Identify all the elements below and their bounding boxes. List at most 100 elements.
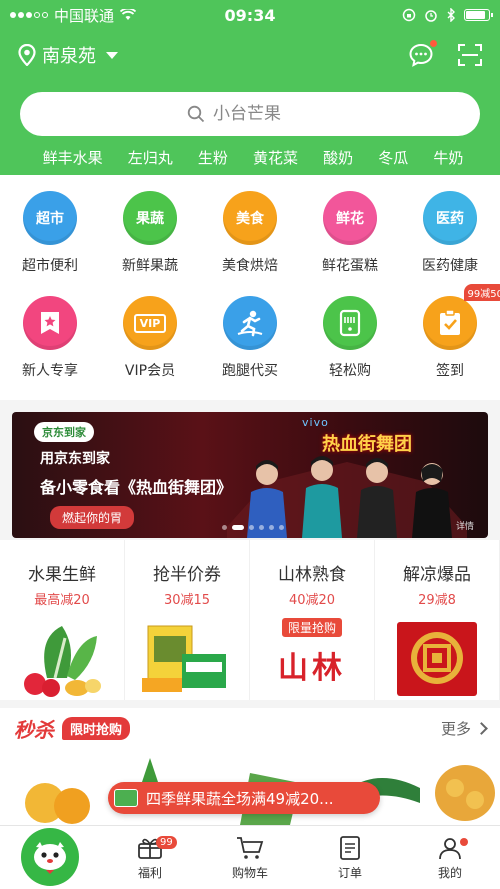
- product-box-image: [397, 622, 477, 696]
- tab-orders[interactable]: 订单: [300, 826, 400, 889]
- scanner-icon: [323, 296, 377, 350]
- hot-keyword[interactable]: 鲜丰水果: [43, 147, 103, 168]
- category-label: 跑腿代买: [222, 363, 278, 379]
- medicine-icon: 医药: [423, 191, 477, 245]
- category-medicine[interactable]: 医药 医药健康: [405, 191, 495, 280]
- banner-detail-link[interactable]: 详情: [456, 519, 474, 532]
- deal-title: 抢半价券: [153, 565, 221, 585]
- tab-bar: 99 福利 购物车 订单 我的: [0, 825, 500, 889]
- category-row-1: 超市 超市便利 果蔬 新鲜果蔬 美食 美食烘焙 鲜花 鲜花蛋糕 医药 医药健康: [0, 175, 500, 280]
- promo-text: 四季鲜果蔬全场满49减20...: [146, 789, 334, 808]
- category-label: 新鲜果蔬: [122, 258, 178, 274]
- category-grid: 超市 超市便利 果蔬 新鲜果蔬 美食 美食烘焙 鲜花 鲜花蛋糕 医药 医药健康 …: [0, 175, 500, 400]
- banner-line-2: 备小零食看《热血街舞团》: [40, 478, 233, 497]
- category-new-user[interactable]: 新人专享: [5, 296, 95, 385]
- category-errand[interactable]: 跑腿代买: [205, 296, 295, 385]
- top-nav: 南泉苑: [0, 30, 500, 80]
- search-icon: [187, 105, 205, 123]
- deal-subtitle: 40减20: [288, 593, 336, 608]
- limited-tag: 限量抢购: [281, 618, 342, 637]
- tab-label: 我的: [437, 866, 462, 880]
- checkin-badge: 99减50: [463, 284, 500, 301]
- tea-box-image: [142, 625, 226, 692]
- category-fruit-veg[interactable]: 果蔬 新鲜果蔬: [105, 191, 195, 280]
- hot-keyword[interactable]: 左归丸: [128, 147, 173, 168]
- category-checkin[interactable]: 99减50 签到: [405, 284, 500, 385]
- welfare-badge: 99: [156, 836, 177, 849]
- deal-shanlin-deli[interactable]: 山林熟食 40减20 限量抢购 山林: [250, 540, 375, 700]
- store-logo-icon: [114, 789, 138, 807]
- produce-image: [24, 626, 101, 697]
- tab-welfare[interactable]: 99 福利: [100, 826, 200, 889]
- order-icon: [340, 836, 360, 860]
- fruit-veg-icon: 果蔬: [123, 191, 177, 245]
- banner-brand: 京东到家: [34, 422, 94, 442]
- vip-card-text: VIP: [133, 313, 167, 333]
- deal-title: 水果生鲜: [28, 565, 96, 585]
- carousel-indicator: [222, 525, 284, 530]
- category-easy-buy[interactable]: 轻松购: [305, 296, 395, 385]
- runner-icon: [223, 296, 277, 350]
- tab-profile[interactable]: 我的: [400, 826, 500, 889]
- category-label: 轻松购: [329, 363, 371, 379]
- more-label: 更多: [440, 719, 471, 738]
- sponsor-logo: vivo: [302, 416, 329, 429]
- flash-sale-logo: 秒杀: [14, 717, 54, 742]
- checklist-icon: [423, 296, 477, 350]
- flash-sale-tag: 限时抢购: [62, 716, 131, 740]
- deal-half-price[interactable]: 抢半价券 30减15: [125, 540, 250, 700]
- deal-subtitle: 30减15: [163, 593, 211, 608]
- hot-keyword[interactable]: 牛奶: [433, 147, 463, 168]
- more-link[interactable]: 更多: [440, 718, 488, 739]
- scan-icon[interactable]: [458, 44, 482, 66]
- message-button[interactable]: [408, 40, 437, 68]
- search-input[interactable]: [213, 104, 313, 124]
- header: 中国联通 09:34 南泉苑 鲜丰水果 左归丸: [0, 0, 500, 175]
- caret-down-icon: [106, 51, 118, 59]
- shanlin-logo: 限量抢购 山林: [267, 618, 357, 698]
- brand-text: 山林: [278, 651, 346, 686]
- hot-keyword[interactable]: 冬瓜: [378, 147, 408, 168]
- category-label: VIP会员: [124, 363, 176, 379]
- banner-line-1: 用京东到家: [40, 451, 110, 467]
- category-row-2: 新人专享 VIP VIP会员 跑腿代买 轻松购 99减50 签到: [0, 280, 500, 385]
- deal-fruit-fresh[interactable]: 水果生鲜 最高减20: [0, 540, 125, 700]
- profile-notification-dot: [460, 838, 468, 846]
- supermarket-icon: 超市: [23, 191, 77, 245]
- chevron-right-icon: [475, 721, 488, 735]
- banner-cta-button[interactable]: 燃起你的胃: [50, 506, 135, 529]
- category-label: 超市便利: [22, 258, 78, 274]
- category-label: 新人专享: [22, 363, 78, 379]
- status-bar: 中国联通 09:34: [0, 0, 500, 30]
- hot-keyword[interactable]: 黄花菜: [253, 147, 298, 168]
- deal-title: 山林熟食: [278, 565, 346, 585]
- vip-card-icon: VIP: [123, 296, 177, 350]
- tab-label: 购物车: [231, 866, 268, 880]
- deal-summer-hot[interactable]: 解凉爆品 29减8: [375, 540, 500, 700]
- promo-toast[interactable]: 四季鲜果蔬全场满49减20...: [108, 782, 380, 814]
- cart-icon: [237, 837, 264, 859]
- deal-title: 解凉爆品: [403, 565, 471, 585]
- category-label: 鲜花蛋糕: [322, 258, 378, 274]
- category-flower-cake[interactable]: 鲜花 鲜花蛋糕: [305, 191, 395, 280]
- promo-banner[interactable]: 京东到家 用京东到家 备小零食看《热血街舞团》 燃起你的胃 vivo 热血街舞团…: [12, 412, 488, 538]
- hot-keyword[interactable]: 生粉: [198, 147, 228, 168]
- deal-section: 水果生鲜 最高减20 抢半价券 30减15 山林熟食 40减20 限量抢购 山林…: [0, 540, 500, 700]
- tab-home[interactable]: [0, 826, 100, 889]
- tab-label: 订单: [337, 866, 362, 880]
- category-food-bakery[interactable]: 美食 美食烘焙: [205, 191, 295, 280]
- deal-subtitle: 29减8: [418, 593, 456, 608]
- top-actions: [408, 40, 482, 68]
- notification-dot: [430, 40, 437, 47]
- tab-cart[interactable]: 购物车: [200, 826, 300, 889]
- search-bar[interactable]: [20, 92, 480, 136]
- deal-subtitle: 最高减20: [34, 593, 90, 608]
- category-label: 医药健康: [422, 258, 478, 274]
- hot-keywords: 鲜丰水果 左归丸 生粉 黄花菜 酸奶 冬瓜 牛奶: [0, 142, 500, 172]
- flower-icon: 鲜花: [323, 191, 377, 245]
- category-vip[interactable]: VIP VIP会员: [105, 296, 195, 385]
- category-supermarket[interactable]: 超市 超市便利: [5, 191, 95, 280]
- location-selector[interactable]: 南泉苑: [18, 42, 118, 68]
- hot-keyword[interactable]: 酸奶: [323, 147, 353, 168]
- food-icon: 美食: [223, 191, 277, 245]
